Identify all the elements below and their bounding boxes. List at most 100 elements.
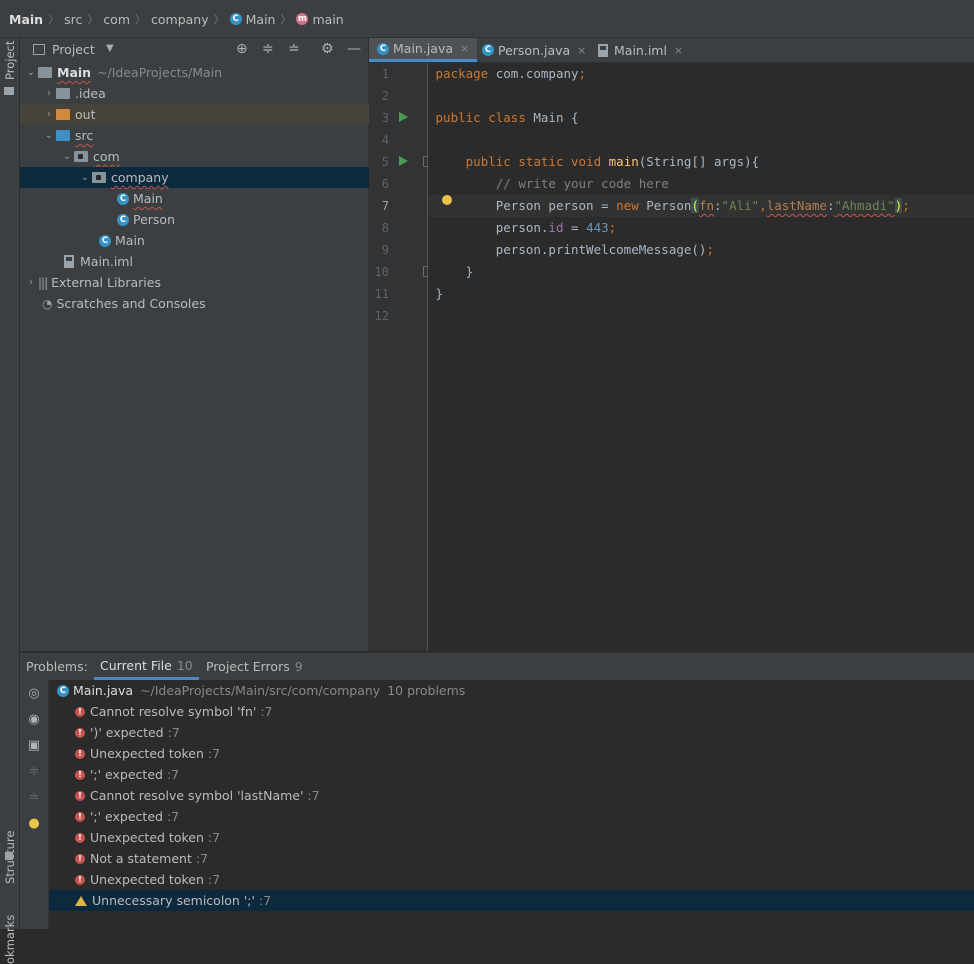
collapse-all-icon[interactable]: ≐: [288, 41, 300, 57]
problem-item[interactable]: ! Unexpected token:7: [49, 869, 974, 890]
package-icon: [92, 172, 106, 183]
run-method-icon[interactable]: [399, 156, 408, 166]
chevron-right-icon[interactable]: ›: [24, 277, 38, 288]
chevron-down-icon[interactable]: ⌄: [60, 151, 74, 162]
breadcrumb-item-company[interactable]: company: [151, 12, 209, 27]
gear-icon[interactable]: ⚙: [321, 41, 334, 57]
chevron-down-icon[interactable]: ⌄: [78, 172, 92, 183]
expand-all-icon[interactable]: ≑: [262, 41, 274, 57]
chevron-down-icon[interactable]: ▼: [106, 43, 114, 54]
preview-icon[interactable]: ▣: [27, 739, 41, 753]
problems-file-count: 10 problems: [387, 683, 466, 698]
problem-item-selected[interactable]: Unnecessary semicolon ';':7: [49, 890, 974, 911]
locate-file-icon[interactable]: ⊕: [236, 41, 248, 57]
bookmarks-tool-button[interactable]: okmarks: [3, 915, 17, 964]
tab-label: Person.java: [498, 42, 571, 58]
tree-label: Main: [133, 191, 163, 206]
autoscroll-icon[interactable]: ◎: [27, 687, 41, 701]
error-icon: !: [75, 790, 85, 801]
breadcrumb-separator: 〉: [48, 13, 60, 26]
tab-main-iml[interactable]: Main.iml ×: [590, 38, 691, 62]
structure-icon: [5, 852, 13, 860]
lightbulb-icon[interactable]: ●: [27, 817, 41, 831]
code-line: person.id = 443;: [428, 217, 974, 239]
close-icon[interactable]: ×: [674, 44, 683, 57]
tree-label: src: [75, 128, 94, 143]
problem-item[interactable]: ! ';' expected:7: [49, 764, 974, 785]
problem-line: :7: [207, 830, 221, 845]
breadcrumb-item-main-class[interactable]: Main: [246, 12, 276, 27]
error-icon: !: [75, 853, 85, 864]
class-icon: C: [377, 42, 389, 55]
problems-header: Problems: Current File 10 Project Errors…: [20, 652, 974, 681]
minimize-icon[interactable]: —: [347, 41, 361, 57]
run-class-icon[interactable]: [399, 112, 408, 122]
close-icon[interactable]: ×: [460, 42, 469, 55]
problems-file-node[interactable]: C Main.java ~/IdeaProjects/Main/src/com/…: [49, 680, 974, 701]
problem-text: Unnecessary semicolon ';': [92, 893, 255, 908]
tab-person-java[interactable]: C Person.java ×: [474, 38, 594, 62]
code-token: com.company: [488, 66, 579, 81]
expand-all-icon[interactable]: ≑: [27, 765, 41, 779]
tree-item-main-iml[interactable]: Main.iml: [20, 251, 412, 272]
code-line: // write your code here: [428, 173, 974, 195]
problem-text: ')' expected: [90, 725, 164, 740]
problem-item[interactable]: ! Not a statement:7: [49, 848, 974, 869]
editor-tab-bar: C Main.java × C Person.java × Main.iml ×: [369, 38, 974, 63]
code-token: 443: [586, 220, 609, 235]
problem-item[interactable]: ! ';' expected:7: [49, 806, 974, 827]
tree-label: out: [75, 107, 96, 122]
problem-item[interactable]: ! Cannot resolve symbol 'fn':7: [49, 701, 974, 722]
project-panel-header: Project ▼ ⊕ ≑ ≐ ⚙ —: [20, 38, 368, 62]
tab-label: Main.java: [393, 41, 454, 56]
problem-line: :7: [307, 788, 320, 803]
tree-item-idea[interactable]: › .idea: [20, 83, 390, 104]
eye-icon[interactable]: ◉: [27, 713, 41, 727]
collapse-all-icon[interactable]: ≐: [27, 791, 41, 805]
project-view-selector[interactable]: Project: [52, 42, 95, 57]
chevron-right-icon[interactable]: ›: [42, 88, 56, 99]
code-token: ;: [706, 242, 714, 257]
project-panel: Project ▼ ⊕ ≑ ≐ ⚙ — ⌄ Main ~/IdeaProject…: [20, 38, 426, 651]
code-token: Person person =: [435, 198, 617, 213]
problem-item[interactable]: ! Unexpected token:7: [49, 743, 974, 764]
code-token: "Ali": [721, 198, 760, 213]
chevron-down-icon[interactable]: ⌄: [42, 130, 56, 141]
problem-text: Unexpected token: [90, 872, 204, 887]
problem-text: Cannot resolve symbol 'lastName': [90, 788, 304, 803]
breadcrumb-item-main-project[interactable]: Main: [9, 12, 43, 27]
tree-item-company[interactable]: ⌄ company: [20, 167, 426, 188]
problem-line: :7: [260, 704, 273, 719]
code-token: package: [435, 66, 489, 81]
close-icon[interactable]: ×: [577, 44, 586, 57]
problem-item[interactable]: ! Cannot resolve symbol 'lastName':7: [49, 785, 974, 806]
breadcrumb-item-com[interactable]: com: [103, 12, 130, 27]
chevron-right-icon[interactable]: ›: [42, 109, 56, 120]
code-editor[interactable]: package com.company; public class Main {…: [428, 63, 974, 651]
code-token: new: [616, 198, 639, 213]
breadcrumb-item-src[interactable]: src: [64, 12, 82, 27]
code-token: public static void: [465, 154, 602, 169]
tab-current-file[interactable]: Current File 10: [94, 653, 199, 680]
project-tool-button[interactable]: Project: [3, 41, 17, 80]
tab-main-java[interactable]: C Main.java ×: [369, 38, 478, 62]
tree-item-com[interactable]: ⌄ com: [20, 146, 408, 167]
problem-item[interactable]: ! ')' expected:7: [49, 722, 974, 743]
code-token: ,: [759, 198, 767, 213]
lightbulb-icon[interactable]: [442, 195, 452, 205]
tab-project-errors[interactable]: Project Errors 9: [200, 653, 309, 680]
chevron-down-icon[interactable]: ⌄: [24, 67, 38, 78]
tree-item-external-libraries[interactable]: › ||| External Libraries: [20, 272, 372, 293]
problem-text: ';' expected: [90, 767, 163, 782]
tree-item-main-project[interactable]: ⌄ Main ~/IdeaProjects/Main: [20, 62, 372, 83]
tree-item-src[interactable]: ⌄ src: [20, 125, 390, 146]
tree-item-scratches[interactable]: ◔ Scratches and Consoles: [20, 293, 390, 314]
folder-icon: [4, 87, 14, 95]
tree-label: com: [93, 149, 120, 164]
tree-item-out[interactable]: › out: [20, 104, 390, 125]
problem-item[interactable]: ! Unexpected token:7: [49, 827, 974, 848]
class-icon: C: [117, 192, 129, 205]
breadcrumb-item-main-method[interactable]: main: [312, 12, 343, 27]
code-token: person.printWelcomeMessage(): [435, 242, 707, 257]
